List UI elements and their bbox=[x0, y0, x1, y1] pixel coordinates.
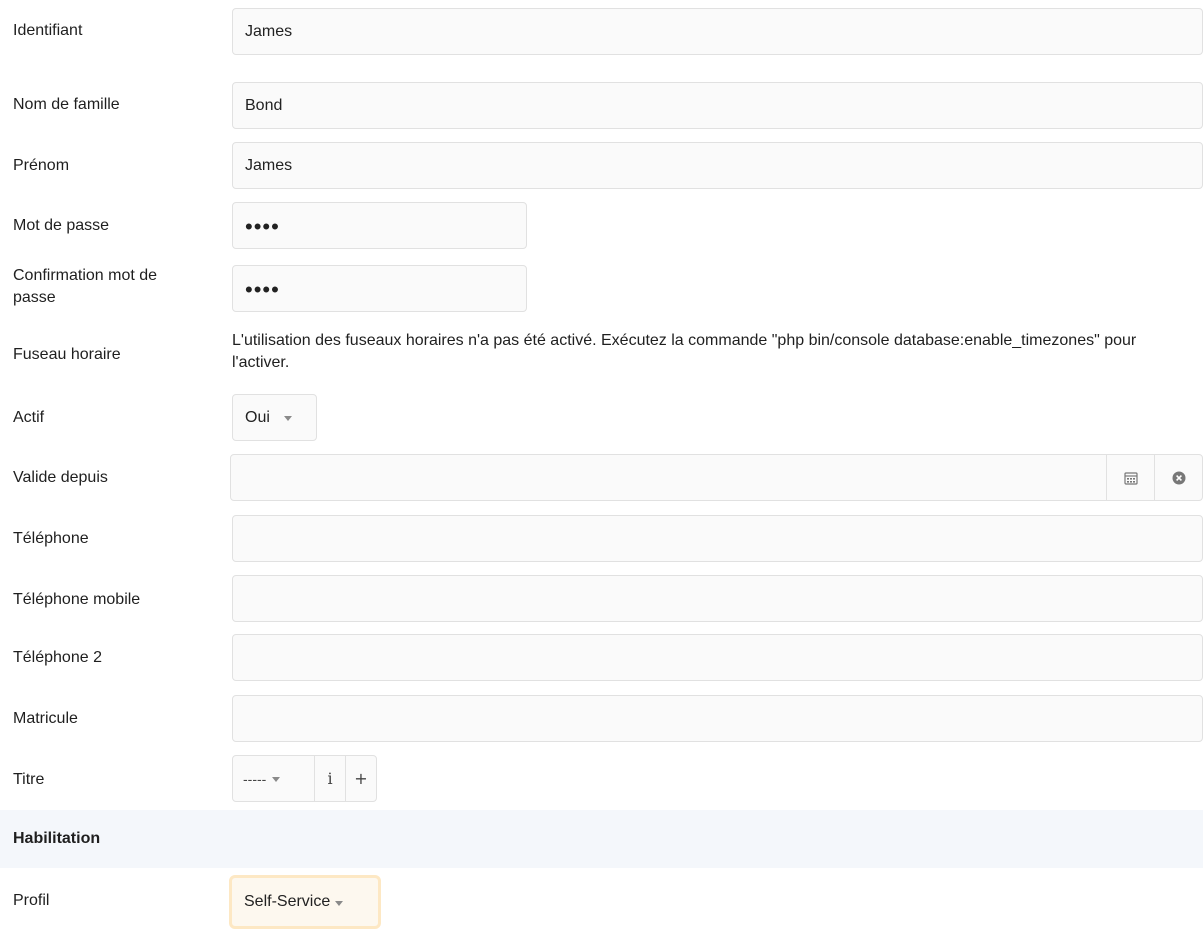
telephone2-input[interactable] bbox=[232, 634, 1203, 681]
info-icon: i bbox=[327, 769, 333, 788]
close-circle-icon[interactable] bbox=[1154, 455, 1202, 500]
titre-add-button[interactable]: + bbox=[345, 756, 376, 801]
label-telephone-mobile: Téléphone mobile bbox=[13, 591, 141, 608]
label-password-confirm-line1: Confirmation mot de bbox=[13, 267, 158, 284]
prenom-input[interactable]: James bbox=[232, 142, 1203, 189]
label-actif: Actif bbox=[13, 409, 45, 426]
label-identifiant: Identifiant bbox=[13, 22, 83, 39]
caret-down-icon bbox=[272, 777, 281, 782]
identifiant-input[interactable]: James bbox=[232, 8, 1203, 55]
label-valide-depuis: Valide depuis bbox=[13, 469, 108, 486]
label-titre: Titre bbox=[13, 771, 45, 788]
timezone-note: L'utilisation des fuseaux horaires n'a p… bbox=[232, 332, 1137, 371]
password-input[interactable]: •••• bbox=[232, 202, 527, 249]
telephone-input[interactable] bbox=[232, 515, 1203, 562]
nom-input[interactable]: Bond bbox=[232, 82, 1203, 129]
valide-depuis-input[interactable] bbox=[231, 455, 1106, 500]
calendar-icon[interactable] bbox=[1106, 455, 1154, 500]
label-matricule: Matricule bbox=[13, 710, 78, 727]
caret-down-icon bbox=[283, 416, 292, 421]
label-nom: Nom de famille bbox=[13, 96, 120, 113]
password-confirm-input[interactable]: •••• bbox=[232, 265, 527, 312]
label-password-confirm: Confirmation mot de passe bbox=[13, 265, 157, 309]
password-mask: •••• bbox=[245, 213, 280, 239]
password-confirm-mask: •••• bbox=[245, 276, 280, 302]
valide-depuis-group bbox=[230, 454, 1203, 501]
titre-group: ----- i + bbox=[232, 755, 377, 802]
label-password-confirm-line2: passe bbox=[13, 289, 56, 306]
habilitation-section-header: Habilitation bbox=[0, 810, 1203, 868]
titre-select[interactable]: ----- bbox=[233, 756, 314, 801]
habilitation-heading: Habilitation bbox=[13, 830, 101, 847]
label-telephone2: Téléphone 2 bbox=[13, 649, 102, 666]
telephone-mobile-input[interactable] bbox=[232, 575, 1203, 622]
label-prenom: Prénom bbox=[13, 157, 70, 174]
caret-down-icon bbox=[335, 900, 344, 906]
titre-value: ----- bbox=[243, 770, 267, 787]
actif-select[interactable]: Oui bbox=[232, 394, 317, 441]
actif-value: Oui bbox=[245, 408, 270, 426]
label-password: Mot de passe bbox=[13, 217, 110, 234]
titre-info-button[interactable]: i bbox=[314, 756, 345, 801]
matricule-input[interactable] bbox=[232, 695, 1203, 742]
label-profil: Profil bbox=[13, 892, 50, 909]
plus-icon: + bbox=[354, 769, 368, 788]
profil-value: Self-Service bbox=[244, 893, 331, 910]
label-telephone: Téléphone bbox=[13, 530, 89, 547]
label-timezone: Fuseau horaire bbox=[13, 346, 121, 363]
profil-select[interactable]: Self-Service bbox=[229, 875, 381, 929]
